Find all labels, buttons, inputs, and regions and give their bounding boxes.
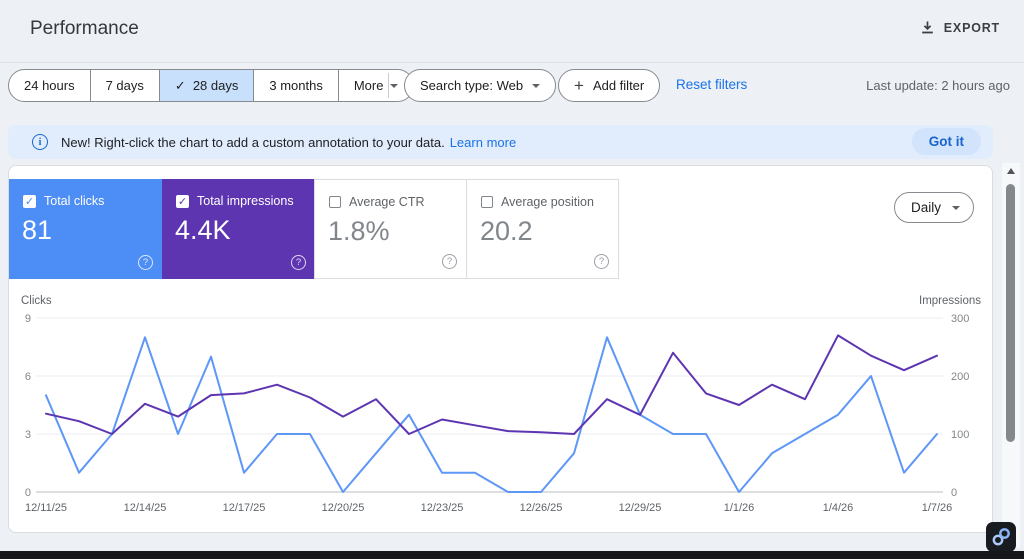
total-impressions-value: 4.4K	[175, 215, 231, 245]
svg-text:12/23/25: 12/23/25	[421, 502, 464, 514]
reset-filters-link[interactable]: Reset filters	[676, 77, 747, 92]
range-24-hours[interactable]: 24 hours	[9, 70, 91, 101]
search-type-dropdown[interactable]: Search type: Web	[404, 69, 557, 102]
got-it-button[interactable]: Got it	[911, 128, 981, 155]
svg-text:6: 6	[25, 371, 31, 383]
scrollbar-up-arrow-icon[interactable]	[1007, 168, 1015, 174]
range-more-menu[interactable]: More	[339, 70, 414, 101]
svg-text:0: 0	[951, 487, 957, 499]
scrollbar-thumb[interactable]	[1006, 184, 1015, 442]
svg-text:12/29/25: 12/29/25	[619, 502, 662, 514]
scrollbar	[1002, 163, 1020, 548]
svg-text:1/1/26: 1/1/26	[724, 502, 755, 514]
bottom-edge-bar	[0, 551, 1024, 559]
average-position-value: 20.2	[480, 216, 533, 246]
info-icon	[32, 134, 48, 150]
header-divider	[0, 62, 1024, 63]
chevron-down-icon	[390, 83, 399, 88]
tile-average-ctr[interactable]: Average CTR 1.8%	[314, 179, 467, 279]
plus-icon	[574, 77, 584, 94]
svg-text:12/26/25: 12/26/25	[520, 502, 563, 514]
checkbox-empty-icon[interactable]	[481, 196, 493, 208]
tile-total-clicks[interactable]: Total clicks 81	[9, 179, 162, 279]
average-ctr-value: 1.8%	[328, 216, 390, 246]
svg-text:1/4/26: 1/4/26	[823, 502, 854, 514]
svg-text:9: 9	[25, 313, 31, 325]
checkbox-empty-icon[interactable]	[329, 196, 341, 208]
date-range-selector: 24 hours 7 days 28 days 3 months More	[8, 69, 415, 102]
svg-text:0: 0	[25, 487, 31, 499]
checkbox-checked-icon[interactable]	[176, 194, 189, 208]
banner-text: New! Right-click the chart to add a cust…	[61, 134, 445, 150]
svg-text:Clicks: Clicks	[21, 295, 52, 307]
help-icon[interactable]	[138, 255, 153, 270]
svg-text:300: 300	[951, 313, 969, 325]
range-7-days[interactable]: 7 days	[91, 70, 160, 101]
help-icon[interactable]	[442, 254, 457, 269]
export-label: EXPORT	[943, 20, 1000, 35]
help-icon[interactable]	[594, 254, 609, 269]
add-filter-button[interactable]: Add filter	[558, 69, 661, 102]
range-28-days-selected[interactable]: 28 days	[159, 70, 255, 101]
link-extension-button[interactable]	[986, 522, 1016, 552]
svg-text:Impressions: Impressions	[919, 295, 981, 307]
chain-link-icon	[992, 528, 1010, 546]
svg-text:1/7/26: 1/7/26	[922, 502, 953, 514]
svg-text:12/14/25: 12/14/25	[124, 502, 167, 514]
svg-text:100: 100	[951, 429, 969, 441]
tile-average-position[interactable]: Average position 20.2	[466, 179, 619, 279]
chevron-down-icon	[532, 83, 541, 88]
export-button[interactable]: EXPORT	[920, 20, 1000, 35]
download-icon	[920, 20, 935, 35]
checkbox-checked-icon[interactable]	[23, 194, 36, 208]
svg-text:3: 3	[25, 429, 31, 441]
last-update-text: Last update: 2 hours ago	[866, 78, 1010, 93]
range-3-months[interactable]: 3 months	[254, 70, 339, 101]
total-clicks-value: 81	[22, 215, 53, 245]
chevron-down-icon	[952, 205, 960, 210]
tile-total-impressions[interactable]: Total impressions 4.4K	[162, 179, 315, 279]
annotation-banner: New! Right-click the chart to add a cust…	[8, 125, 993, 159]
check-icon	[175, 78, 186, 94]
help-icon[interactable]	[291, 255, 306, 270]
svg-text:12/17/25: 12/17/25	[223, 502, 266, 514]
svg-text:12/11/25: 12/11/25	[25, 502, 67, 514]
granularity-dropdown[interactable]: Daily	[893, 192, 974, 223]
svg-text:200: 200	[951, 371, 969, 383]
performance-card: Total clicks 81 Total impressions 4.4K A…	[8, 165, 993, 533]
filter-divider	[388, 73, 389, 98]
page-title: Performance	[30, 18, 139, 39]
learn-more-link[interactable]: Learn more	[450, 135, 516, 150]
metric-tiles: Total clicks 81 Total impressions 4.4K A…	[9, 179, 619, 279]
svg-text:12/20/25: 12/20/25	[322, 502, 365, 514]
performance-chart[interactable]: 0 0 3 100 6 200 9 300 Clicks Impressions 12/11/25 1…	[9, 294, 994, 532]
